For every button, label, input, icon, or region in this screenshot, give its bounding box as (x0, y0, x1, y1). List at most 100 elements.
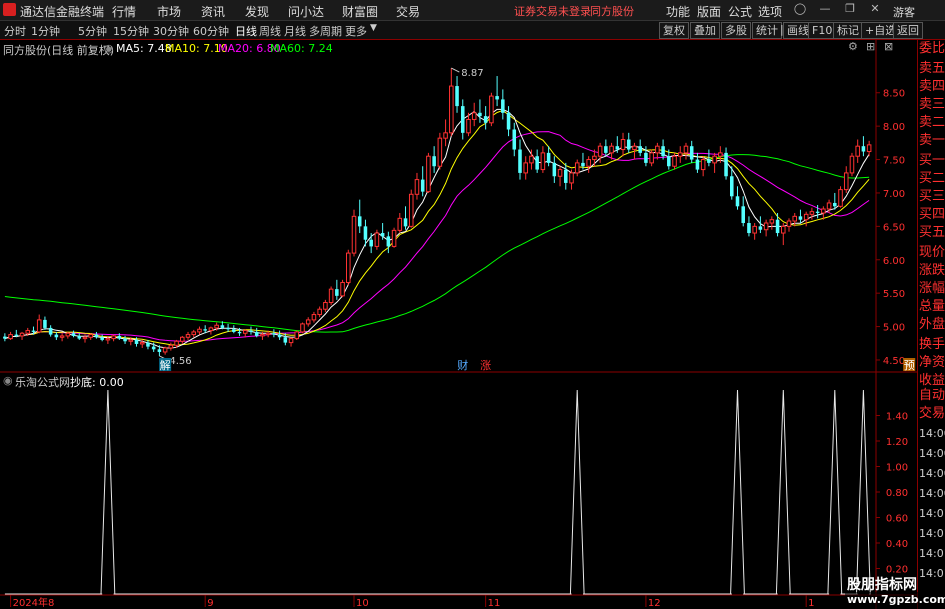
menu-jiaoyi[interactable]: 交易 (396, 3, 420, 20)
panel-buy5[interactable]: 买五 (919, 224, 945, 244)
panel-volume[interactable]: 总量 (919, 298, 945, 318)
candle-body (483, 116, 488, 123)
menu-zixun[interactable]: 资讯 (201, 3, 225, 20)
multi-stock-button[interactable]: 多股 (721, 22, 751, 39)
panel-sell2[interactable]: 卖二 (919, 114, 945, 134)
y-tick-label: 7.50 (883, 156, 905, 167)
back-button[interactable]: 返回 (893, 22, 923, 39)
menu-xuanxiang[interactable]: 选项 (758, 3, 782, 20)
candle-body (735, 196, 740, 207)
ma5-line (4, 108, 870, 349)
candle-body (300, 323, 305, 333)
panel-sell3[interactable]: 卖三 (919, 96, 945, 116)
fuquan-button[interactable]: 复权 (659, 22, 689, 39)
panel-auto[interactable]: 自动 (919, 387, 945, 407)
overlay-button[interactable]: 叠加 (690, 22, 720, 39)
guest-label[interactable]: 游客 (893, 4, 915, 20)
period-daily[interactable]: 日线 (235, 23, 257, 39)
candle-body (855, 145, 860, 157)
minimize-icon[interactable]: — (818, 2, 832, 16)
candle-body (328, 288, 334, 304)
mark-button[interactable]: 标记 (833, 22, 863, 39)
legend-settings-icon[interactable]: ◉ (104, 42, 114, 55)
panel-sell5[interactable]: 卖五 (919, 60, 945, 80)
candle-body (557, 169, 563, 177)
more-dropdown-icon[interactable]: ▼ (370, 23, 377, 33)
sub-chart-title: 乐淘公式网 (15, 376, 70, 389)
candle-body (620, 139, 626, 151)
panel-change[interactable]: 涨跌 (919, 262, 945, 282)
panel-sell4[interactable]: 卖四 (919, 78, 945, 98)
period-15min[interactable]: 15分钟 (113, 23, 149, 39)
panel-net-asset[interactable]: 净资 (919, 354, 945, 374)
account-icon[interactable]: ◯ (793, 2, 807, 16)
panel-trade[interactable]: 交易 (919, 405, 945, 425)
chart-expand-icon[interactable]: ⊞ (866, 40, 875, 53)
restore-icon[interactable]: ❐ (843, 2, 857, 16)
kline-chart[interactable]: 8.50 8.00 7.50 7.00 6.50 6.00 5.50 5.00 4.50 8.87… (0, 40, 917, 609)
panel-change-pct[interactable]: 涨幅 (919, 280, 945, 300)
period-60min[interactable]: 60分钟 (193, 23, 229, 39)
period-monthly[interactable]: 月线 (284, 23, 306, 39)
period-5min[interactable]: 5分钟 (78, 23, 107, 39)
panel-buy4[interactable]: 买四 (919, 206, 945, 226)
x-tick-label: 10 (356, 598, 369, 609)
menu-gongshi[interactable]: 公式 (728, 3, 752, 20)
legend-ma5: MA5: 7.48 (116, 42, 172, 55)
period-1min[interactable]: 1分钟 (31, 23, 60, 39)
candle-body (689, 146, 694, 160)
candle-body (123, 338, 127, 342)
menu-gongneng[interactable]: 功能 (666, 3, 690, 20)
candle-body (455, 86, 459, 107)
period-30min[interactable]: 30分钟 (153, 23, 189, 39)
panel-turnover[interactable]: 换手 (919, 336, 945, 356)
trade-login-warning[interactable]: 证券交易未登录 (514, 3, 591, 19)
app-logo-icon (3, 3, 16, 16)
period-multi[interactable]: 多周期 (309, 23, 342, 39)
menu-banmian[interactable]: 版面 (697, 3, 721, 20)
panel-buy1[interactable]: 买一 (919, 152, 945, 172)
period-weekly[interactable]: 周线 (259, 23, 281, 39)
candle-body (443, 132, 448, 139)
candle-body (82, 336, 88, 340)
panel-buy2[interactable]: 买二 (919, 170, 945, 190)
period-more[interactable]: 更多 (345, 23, 367, 39)
panel-weibi[interactable]: 委比 (919, 40, 945, 60)
candle-body (632, 145, 637, 151)
candle-body (523, 162, 528, 174)
panel-buy3[interactable]: 买三 (919, 188, 945, 208)
menu-hangqing[interactable]: 行情 (112, 3, 136, 20)
sub-settings-icon[interactable]: ◉ (3, 374, 13, 387)
candle-body (111, 335, 116, 340)
candle-body (254, 331, 259, 336)
panel-sell1[interactable]: 卖一 (919, 132, 945, 152)
menu-faxian[interactable]: 发现 (245, 3, 269, 20)
candle-body (626, 139, 631, 150)
chart-close-icon[interactable]: ⊠ (884, 40, 893, 53)
panel-outer[interactable]: 外盘 (919, 316, 945, 336)
candle-body (615, 146, 620, 150)
candle-body (203, 329, 207, 331)
candle-body (208, 327, 214, 332)
panel-price[interactable]: 现价 (919, 244, 945, 264)
candle-body (36, 319, 42, 333)
candle-body (478, 112, 482, 117)
chart-settings-icon[interactable]: ⚙ (848, 40, 858, 53)
candle-body (655, 145, 660, 154)
candle-body (48, 327, 53, 335)
candle-body (185, 334, 191, 338)
candle-body (220, 325, 225, 328)
candle-body (43, 319, 47, 328)
menu-shichang[interactable]: 市场 (157, 3, 181, 20)
candle-body (19, 332, 25, 337)
candle-body (88, 334, 93, 338)
candle-body (294, 331, 300, 340)
menu-wenxiaoda[interactable]: 问小达 (288, 3, 324, 20)
candle-body (242, 330, 248, 334)
candle-body (786, 220, 792, 227)
menu-caifuquan[interactable]: 财富圈 (342, 3, 378, 20)
candle-body (540, 152, 546, 171)
candle-body (592, 155, 597, 161)
close-icon[interactable]: ✕ (868, 2, 882, 16)
period-fenshi[interactable]: 分时 (4, 23, 26, 39)
